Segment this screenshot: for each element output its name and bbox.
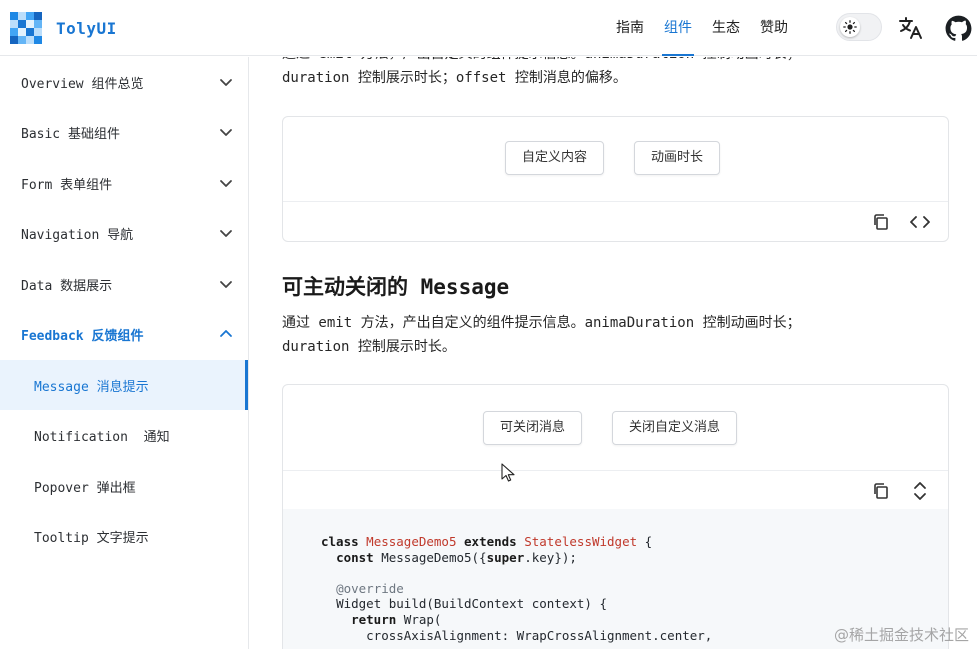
- demo-box-closeable: 可关闭消息 关闭自定义消息 class MessageDemo5 extends…: [282, 384, 949, 649]
- section-desc-line-1: 通过 emit 方法，产出自定义的组件提示信息。animaDuration 控制…: [282, 315, 801, 331]
- sidebar-item-popover[interactable]: Popover 弹出框: [0, 461, 248, 511]
- sidebar-item-label: Data 数据展示: [21, 278, 113, 294]
- code-line: class MessageDemo5 extends StatelessWidg…: [321, 534, 653, 549]
- chevron-down-icon: [220, 281, 232, 288]
- translate-icon[interactable]: [897, 14, 925, 42]
- chevron-down-icon: [220, 230, 232, 237]
- copy-icon[interactable]: [870, 480, 892, 502]
- top-navigation-bar: TolyUI 指南 组件 生态 赞助: [0, 0, 977, 56]
- chevron-up-icon: [220, 330, 232, 337]
- sidebar-item-label: Overview 组件总览: [21, 76, 144, 92]
- demo-preview: 自定义内容 动画时长: [283, 117, 948, 201]
- sidebar-item-navigation[interactable]: Navigation 导航: [0, 208, 248, 258]
- theme-toggle[interactable]: [836, 13, 882, 41]
- brand-name: TolyUI: [56, 18, 117, 38]
- brand-home-link[interactable]: TolyUI: [10, 12, 117, 44]
- code-line: const MessageDemo5({super.key});: [336, 549, 577, 565]
- intro-text-line-2: duration 控制展示时长；offset 控制消息的偏移。: [282, 70, 627, 86]
- sidebar-item-feedback[interactable]: Feedback 反馈组件: [0, 309, 248, 359]
- sidebar-item-tooltip[interactable]: Tooltip 文字提示: [0, 511, 248, 561]
- sidebar: Overview 组件总览 Basic 基础组件 Form 表单组件 Navig…: [0, 57, 249, 649]
- chevron-down-icon: [220, 129, 232, 136]
- chevron-down-icon: [220, 79, 232, 86]
- sidebar-item-label: Message 消息提示: [34, 379, 149, 395]
- section-desc-line-2: duration 控制展示时长。: [282, 339, 456, 355]
- demo-box-basic: 自定义内容 动画时长: [282, 116, 949, 242]
- copy-icon[interactable]: [870, 211, 892, 233]
- sidebar-item-label: Form 表单组件: [21, 177, 113, 193]
- mouse-cursor-icon: [501, 463, 515, 482]
- sidebar-item-label: Navigation 导航: [21, 227, 134, 243]
- intro-text-line-1: 通过 emit 方法，产出自定义的组件提示信息。animaDuration 控制…: [282, 57, 801, 66]
- sidebar-item-overview[interactable]: Overview 组件总览: [0, 57, 248, 107]
- sidebar-item-label: Feedback 反馈组件: [21, 328, 144, 344]
- sun-icon: [840, 17, 860, 37]
- nav-components[interactable]: 组件: [654, 0, 702, 56]
- sidebar-item-label: Popover 弹出框: [34, 480, 136, 496]
- main-nav: 指南 组件 生态 赞助: [606, 0, 798, 56]
- nav-guide[interactable]: 指南: [606, 0, 654, 56]
- github-icon[interactable]: [944, 14, 972, 42]
- tolyui-logo-icon: [10, 12, 42, 44]
- sidebar-item-label: Basic 基础组件: [21, 126, 120, 142]
- sidebar-item-notification[interactable]: Notification 通知: [0, 410, 248, 460]
- code-icon[interactable]: [909, 211, 931, 233]
- nav-ecosystem[interactable]: 生态: [702, 0, 750, 56]
- code-line: @override: [336, 580, 404, 596]
- custom-content-button[interactable]: 自定义内容: [505, 141, 605, 175]
- sidebar-item-label: Tooltip 文字提示: [34, 530, 149, 546]
- sidebar-item-label: Notification 通知: [34, 429, 170, 445]
- sidebar-item-form[interactable]: Form 表单组件: [0, 158, 248, 208]
- sidebar-item-data[interactable]: Data 数据展示: [0, 259, 248, 309]
- chevron-down-icon: [220, 180, 232, 187]
- demo-toolbar: [283, 470, 948, 509]
- collapse-code-icon[interactable]: [909, 480, 931, 502]
- close-custom-message-button[interactable]: 关闭自定义消息: [612, 411, 738, 445]
- sidebar-item-message[interactable]: Message 消息提示: [0, 360, 248, 410]
- nav-sponsor[interactable]: 赞助: [750, 0, 798, 56]
- demo-toolbar: [283, 201, 948, 241]
- watermark: @稀土掘金技术社区: [833, 626, 969, 644]
- anima-duration-button[interactable]: 动画时长: [634, 141, 721, 175]
- closeable-message-button[interactable]: 可关闭消息: [483, 411, 583, 445]
- sidebar-item-basic[interactable]: Basic 基础组件: [0, 107, 248, 157]
- code-line: Widget build(BuildContext context) {: [336, 596, 607, 612]
- section-title: 可主动关闭的 Message: [282, 275, 510, 299]
- demo-preview: 可关闭消息 关闭自定义消息: [283, 385, 948, 470]
- main-content: 通过 emit 方法，产出自定义的组件提示信息。animaDuration 控制…: [249, 57, 977, 649]
